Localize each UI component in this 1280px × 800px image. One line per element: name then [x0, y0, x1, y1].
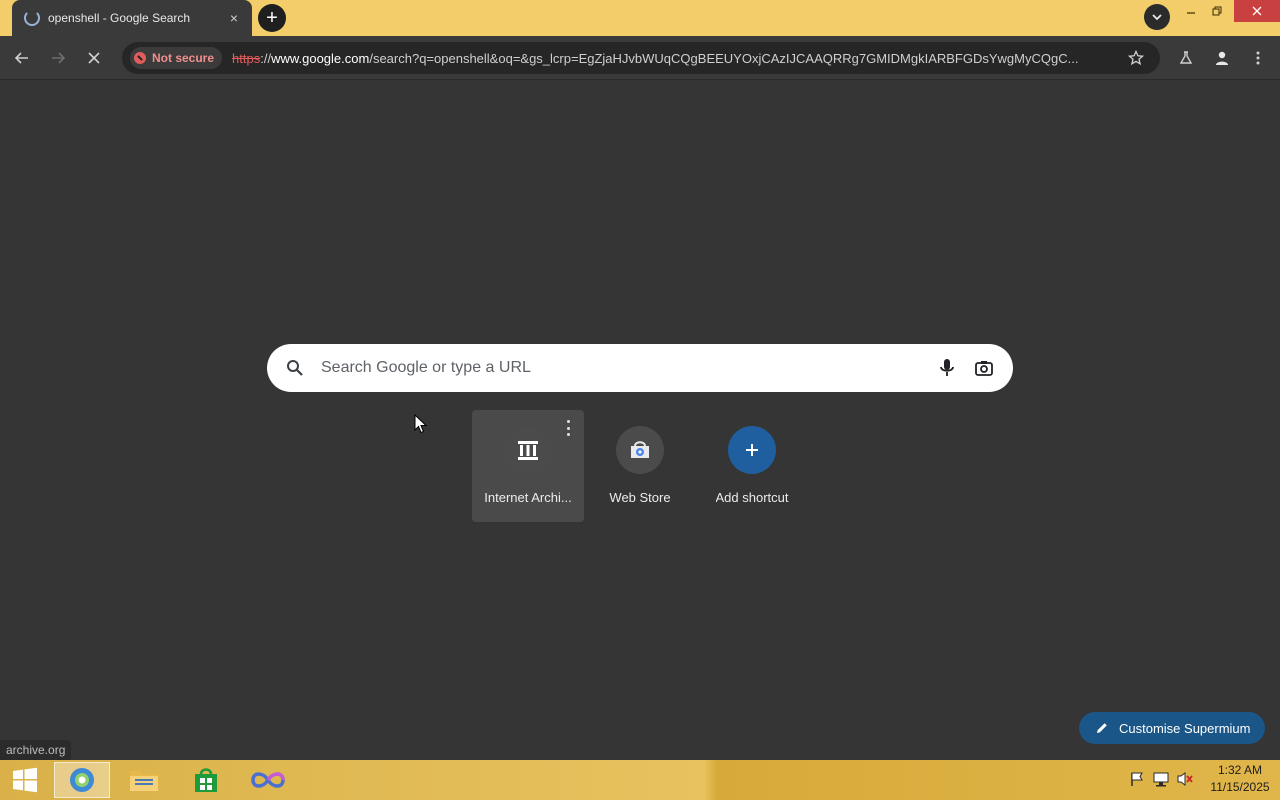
taskbar-browser[interactable] — [54, 762, 110, 798]
minimize-icon — [1187, 12, 1195, 14]
add-shortcut-tile[interactable]: Add shortcut — [696, 410, 808, 522]
search-input[interactable] — [321, 359, 921, 377]
customise-button[interactable]: Customise Supermium — [1079, 712, 1265, 744]
minimize-button[interactable] — [1180, 0, 1202, 22]
labs-button[interactable] — [1174, 46, 1198, 70]
not-secure-chip[interactable]: Not secure — [130, 47, 223, 69]
volume-muted-icon — [1177, 772, 1193, 786]
tab-strip: openshell - Google Search × + — [0, 0, 1280, 36]
volume-button[interactable] — [1176, 770, 1194, 788]
plus-icon — [728, 426, 776, 474]
start-button[interactable] — [0, 762, 50, 798]
shortcut-tile-web-store[interactable]: Web Store — [584, 410, 696, 522]
shortcut-menu-button[interactable] — [562, 420, 574, 436]
tab-search-button[interactable] — [1144, 4, 1170, 30]
search-icon — [285, 358, 305, 378]
restore-button[interactable] — [1206, 0, 1228, 22]
ntp-search-box[interactable] — [267, 344, 1013, 392]
folder-icon — [130, 771, 158, 791]
shortcut-tile-internet-archive[interactable]: Internet Archi... — [472, 410, 584, 522]
flask-icon — [1179, 51, 1193, 64]
tab-close-button[interactable]: × — [226, 10, 242, 26]
url-scheme: https — [232, 50, 261, 66]
flag-icon — [1131, 772, 1143, 786]
new-tab-button[interactable]: + — [258, 4, 286, 32]
stop-loading-button[interactable] — [82, 46, 106, 70]
url-text[interactable]: https://www.google.com/search?q=openshel… — [232, 51, 1112, 66]
url-path: /search?q=openshell&oq=&gs_lcrp=EgZjaHJv… — [369, 50, 1079, 66]
close-window-button[interactable] — [1234, 0, 1280, 22]
browser-toolbar: Not secure https://www.google.com/search… — [0, 36, 1280, 80]
camera-icon — [975, 361, 993, 376]
taskbar — [0, 760, 1280, 800]
taskbar-store[interactable] — [178, 762, 234, 798]
chevron-down-icon — [1152, 14, 1162, 21]
customise-label: Customise Supermium — [1119, 720, 1251, 736]
arrow-left-icon — [14, 52, 28, 64]
shortcut-label: Add shortcut — [715, 490, 789, 505]
address-bar[interactable]: Not secure https://www.google.com/search… — [122, 42, 1160, 74]
image-search-button[interactable] — [974, 358, 994, 378]
arrow-right-icon — [52, 52, 66, 64]
bookmark-button[interactable] — [1126, 48, 1146, 68]
close-icon — [1252, 6, 1262, 16]
mouse-cursor-icon — [414, 414, 428, 434]
shortcut-label: Internet Archi... — [484, 490, 572, 505]
url-separator: :// — [260, 50, 272, 66]
close-icon — [88, 52, 100, 64]
url-host: www.google.com — [271, 50, 370, 66]
windows-logo-icon — [13, 767, 37, 793]
profile-button[interactable] — [1210, 46, 1234, 70]
not-secure-label: Not secure — [152, 51, 215, 65]
tab-openshell-search[interactable]: openshell - Google Search × — [12, 0, 252, 36]
taskbar-file-explorer[interactable] — [116, 762, 172, 798]
supermium-browser-icon — [70, 768, 94, 792]
restore-icon — [1212, 6, 1222, 16]
web-store-icon — [616, 426, 664, 474]
shortcut-label: Web Store — [609, 490, 671, 505]
taskbar-app[interactable] — [240, 762, 296, 798]
network-icon — [1153, 772, 1169, 787]
archive-icon — [504, 426, 552, 474]
infinity-app-icon — [251, 772, 285, 788]
browser-menu-button[interactable] — [1246, 46, 1270, 70]
network-button[interactable] — [1152, 770, 1170, 788]
star-icon — [1128, 50, 1144, 66]
status-bubble: archive.org — [0, 740, 72, 760]
back-button[interactable] — [10, 46, 34, 70]
voice-search-button[interactable] — [937, 358, 957, 378]
tab-title: openshell - Google Search — [48, 11, 191, 25]
person-icon — [1216, 51, 1228, 65]
microphone-icon — [940, 359, 954, 376]
loading-spinner-icon — [24, 10, 40, 26]
more-vertical-icon — [1256, 51, 1260, 65]
action-center-button[interactable] — [1128, 770, 1146, 788]
forward-button[interactable] — [46, 46, 70, 70]
clock-date: 11/15/2025 — [1210, 780, 1270, 794]
store-bag-icon — [195, 768, 217, 792]
system-clock[interactable]: 1:32 AM 11/15/2025 — [1204, 762, 1276, 796]
not-secure-icon — [134, 52, 146, 64]
pencil-icon — [1097, 723, 1107, 733]
clock-time: 1:32 AM — [1217, 763, 1263, 777]
